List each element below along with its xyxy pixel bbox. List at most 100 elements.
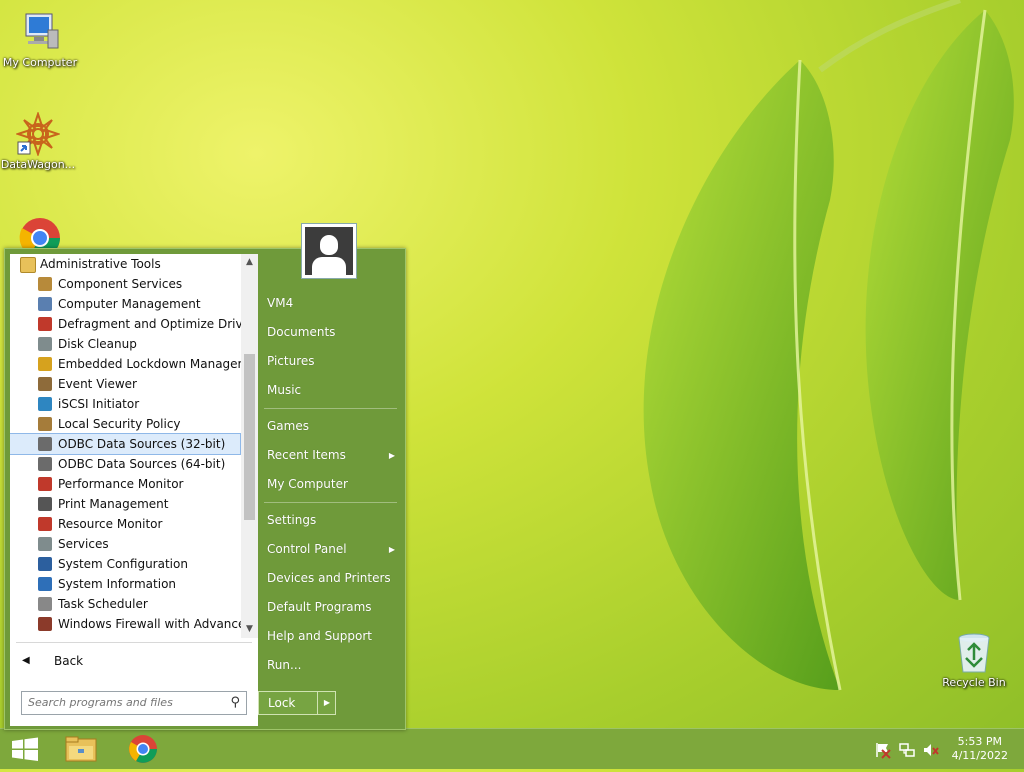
component-services-icon [38,277,52,291]
start-menu-link[interactable]: My Computer [258,470,403,499]
scroll-up-arrow-icon[interactable]: ▲ [241,254,258,271]
program-item[interactable]: Embedded Lockdown Manager [10,354,258,374]
event-viewer-icon [38,377,52,391]
program-list-scrollbar[interactable]: ▲ ▼ [241,254,258,638]
clock-date: 4/11/2022 [951,749,1008,762]
datawagon-icon [14,110,62,158]
volume-muted-icon[interactable] [922,741,940,759]
back-label: Back [54,654,84,668]
desktop-icon-datawagon[interactable]: DataWagon... [0,110,78,171]
start-menu-link[interactable]: Settings [258,506,403,535]
chrome-taskbar-button[interactable] [116,729,170,769]
program-item[interactable]: Local Security Policy [10,414,258,434]
start-menu-link[interactable]: Documents [258,318,403,347]
desktop-icon-label: DataWagon... [0,158,76,171]
program-item[interactable]: Defragment and Optimize Drives [10,314,258,334]
program-item[interactable]: System Configuration [10,554,258,574]
security-policy-icon [38,417,52,431]
submenu-arrow-icon: ▶ [388,545,395,554]
lockdown-icon [38,357,52,371]
taskbar-clock[interactable]: 5:53 PM 4/11/2022 [952,735,1008,763]
program-item[interactable]: ODBC Data Sources (32-bit) [10,433,241,455]
start-menu-link[interactable]: Recent Items ▶ [258,441,403,470]
start-menu-link[interactable]: Music [258,376,403,405]
odbc-icon [38,457,52,471]
menu-separator [264,502,397,503]
desktop-icon-label: Recycle Bin [942,676,1006,689]
start-menu-link[interactable]: Control Panel ▶ [258,535,403,564]
disk-cleanup-icon [38,337,52,351]
program-item-label: Disk Cleanup [58,337,137,351]
start-menu-link-label: Run... [267,658,302,672]
start-menu-link[interactable]: VM4 [258,289,403,318]
action-center-flag-icon[interactable] [874,741,892,759]
program-item[interactable]: Computer Management [10,294,258,314]
computer-management-icon [38,297,52,311]
back-arrow-icon: ◀ [22,655,30,666]
program-item[interactable]: iSCSI Initiator [10,394,258,414]
program-item[interactable]: Windows Firewall with Advanced [10,614,258,634]
folder-label: Administrative Tools [40,257,161,271]
system-config-icon [38,557,52,571]
start-menu-link-label: Help and Support [267,629,372,643]
desktop-icon-my-computer[interactable]: My Computer [0,10,80,69]
program-item[interactable]: Print Management [10,494,258,514]
program-item-label: ODBC Data Sources (64-bit) [58,457,226,471]
start-windows-icon [12,737,38,761]
program-item[interactable]: Services [10,534,258,554]
scrollbar-thumb[interactable] [244,354,255,520]
search-icon[interactable]: ⚲ [230,695,240,710]
back-button[interactable]: ◀ Back [10,650,258,672]
odbc-icon [38,437,52,451]
clock-time: 5:53 PM [957,735,1002,748]
pane-divider [16,642,252,643]
start-menu-link[interactable]: Run... [258,651,403,680]
program-item-label: Embedded Lockdown Manager [58,357,243,371]
search-input[interactable] [22,692,218,712]
computer-icon [25,13,59,49]
folder-administrative-tools[interactable]: Administrative Tools [10,254,258,274]
performance-monitor-icon [38,477,52,491]
start-menu-link[interactable]: Devices and Printers [258,564,403,593]
start-menu-link[interactable]: Default Programs [258,593,403,622]
scroll-down-arrow-icon[interactable]: ▼ [241,621,258,638]
file-explorer-button[interactable] [54,729,108,769]
user-silhouette-icon [305,227,353,275]
program-item[interactable]: ODBC Data Sources (64-bit) [10,454,258,474]
system-info-icon [38,577,52,591]
taskbar: 5:53 PM 4/11/2022 [0,728,1024,769]
start-menu-link[interactable]: Games [258,412,403,441]
file-explorer-icon [65,736,97,762]
start-menu-link-label: Recent Items [267,448,346,462]
start-menu-link[interactable]: Pictures [258,347,403,376]
lock-button[interactable]: Lock ▶ [258,691,336,715]
desktop-icon-recycle-bin[interactable]: Recycle Bin [934,630,1014,689]
program-item[interactable]: System Information [10,574,258,594]
program-item[interactable]: Resource Monitor [10,514,258,534]
program-item-label: iSCSI Initiator [58,397,140,411]
program-item[interactable]: Task Scheduler [10,594,258,614]
program-item[interactable]: Performance Monitor [10,474,258,494]
shutdown-options-arrow-icon[interactable]: ▶ [317,692,336,714]
resource-monitor-icon [38,517,52,531]
start-menu-link-label: Settings [267,513,317,527]
iscsi-icon [38,397,52,411]
program-item[interactable]: Disk Cleanup [10,334,258,354]
program-item[interactable]: Event Viewer [10,374,258,394]
chrome-icon [129,735,157,763]
user-avatar[interactable] [301,223,357,279]
start-menu: Administrative Tools Component Services C… [4,223,406,730]
program-item-label: System Configuration [58,557,188,571]
program-item[interactable]: Component Services [10,274,258,294]
task-scheduler-icon [38,597,52,611]
search-box[interactable]: ⚲ [21,691,247,715]
network-icon[interactable] [898,741,916,759]
program-item-label: Performance Monitor [58,477,184,491]
start-menu-link[interactable]: Help and Support [258,622,403,651]
submenu-arrow-icon: ▶ [388,451,395,460]
start-menu-programs-pane: Administrative Tools Component Services C… [10,254,258,726]
start-menu-link-label: Music [267,383,302,397]
start-button[interactable] [0,729,54,769]
system-tray [870,729,950,769]
lock-label: Lock [268,696,296,710]
